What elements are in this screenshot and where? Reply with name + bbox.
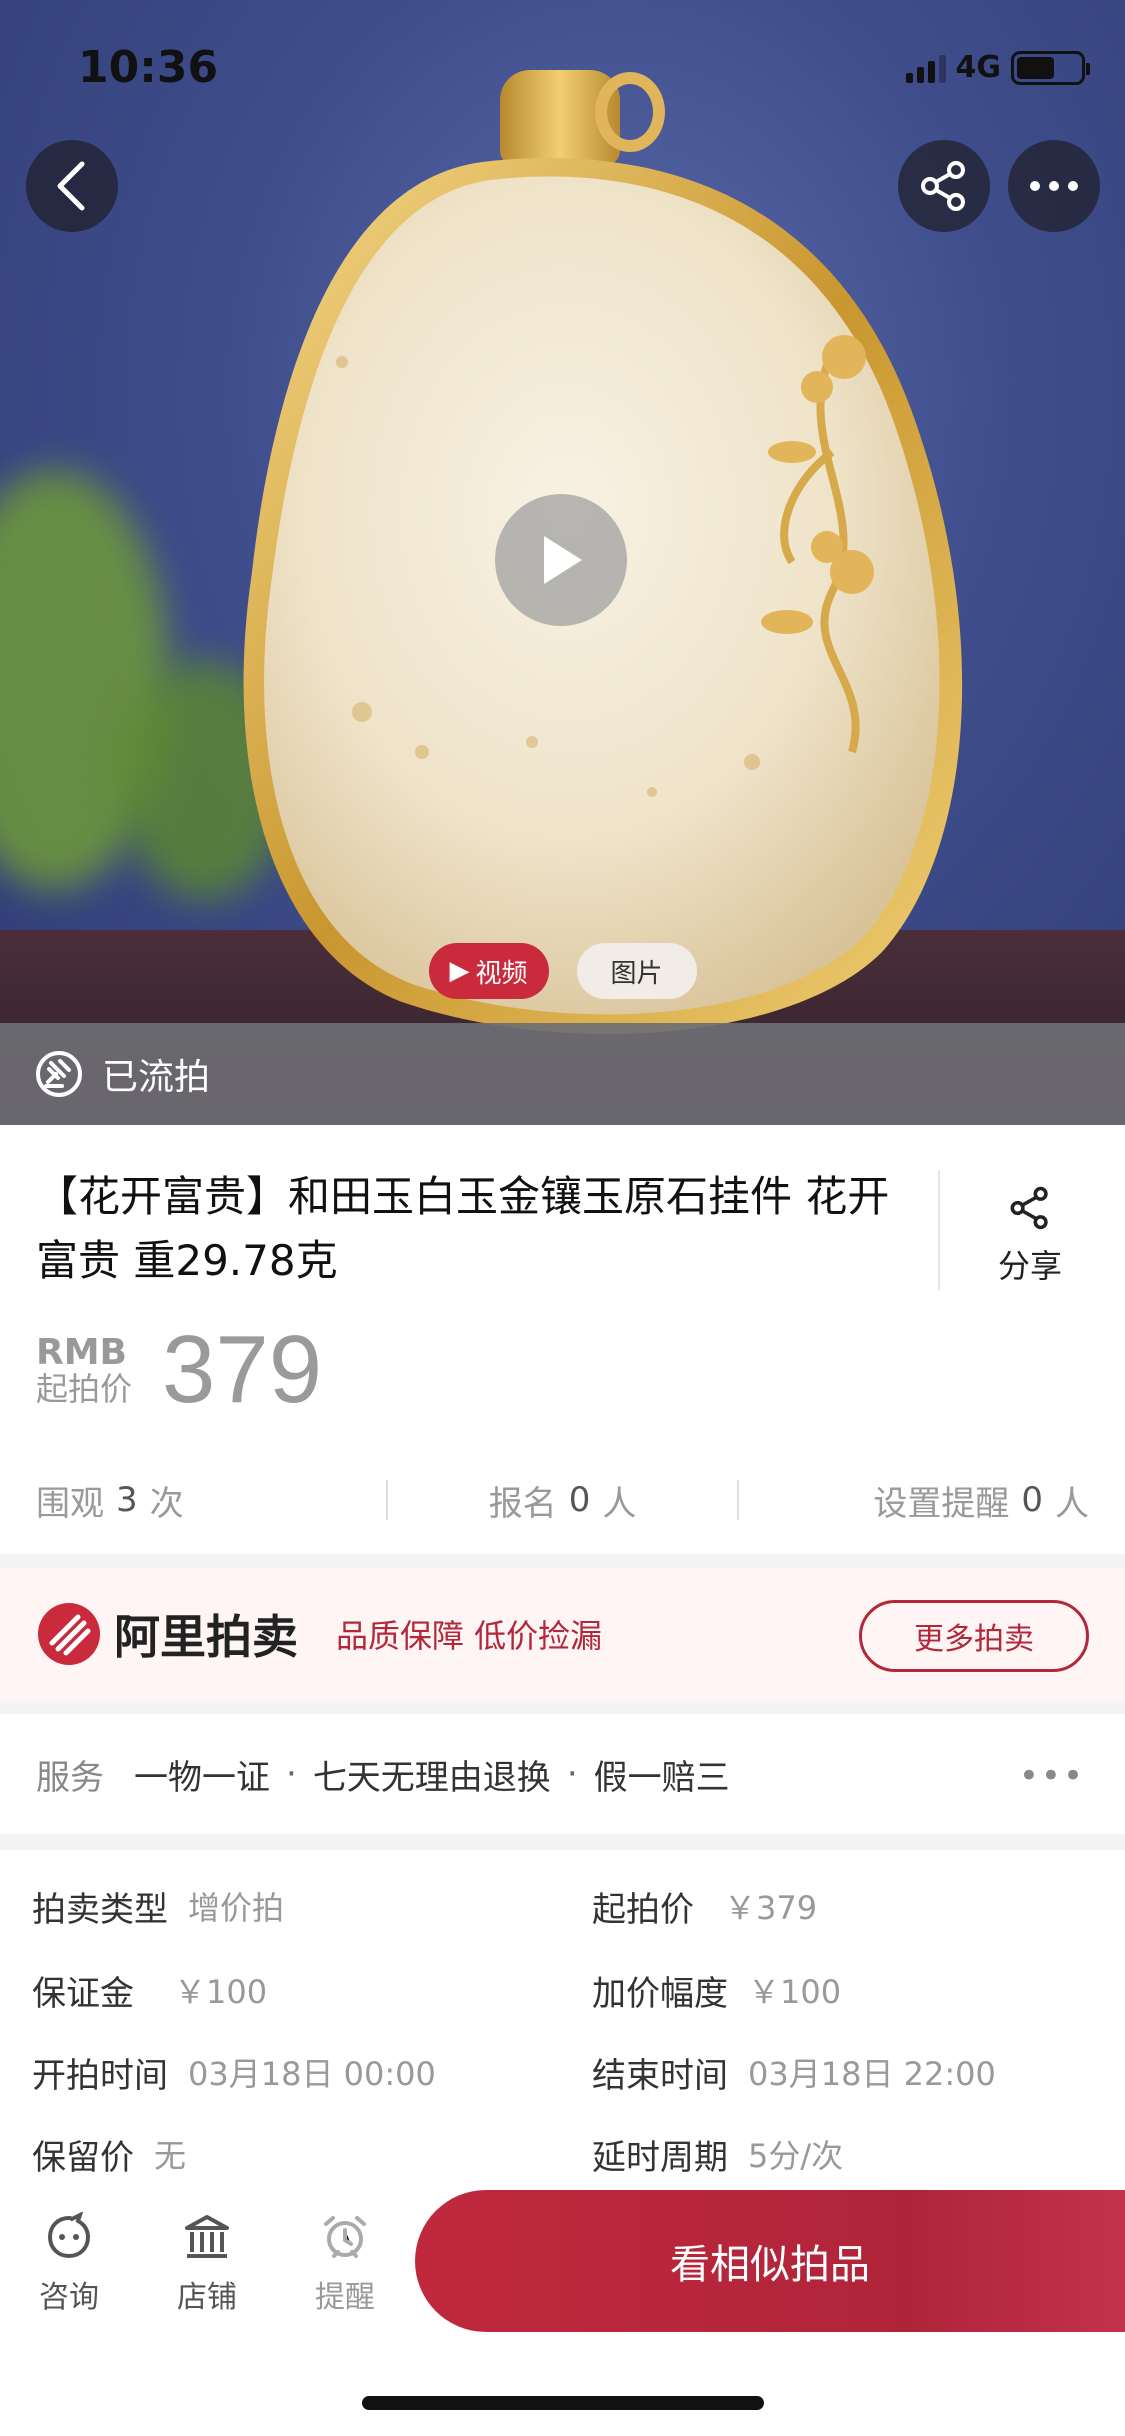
detail-value: 5分/次 <box>748 2137 844 2175</box>
ali-auction-banner: 阿里拍卖 品质保障 低价捡漏 更多拍卖 <box>0 1568 1125 1700</box>
detail-row: 保留价无 延时周期 5分/次 <box>0 2112 1125 2196</box>
play-icon <box>544 536 582 584</box>
detail-row: 保证金 ￥100 加价幅度 ￥100 <box>0 1948 1125 2032</box>
stat-signup-label: 报名 <box>488 1483 557 1524</box>
stat-reminder-value: 0 <box>1021 1480 1044 1520</box>
chat-face-icon <box>47 2211 91 2259</box>
shop-label: 店铺 <box>177 2280 237 2315</box>
back-button[interactable] <box>26 140 118 232</box>
starting-price: 379 <box>162 1316 323 1423</box>
service-item: 假一赔三 <box>593 1757 730 1798</box>
service-separator: · <box>286 1754 297 1794</box>
section-separator <box>0 1700 1125 1714</box>
stat-reminders[interactable]: 设置提醒 0 人 <box>739 1476 1125 1525</box>
remind-label: 提醒 <box>315 2280 375 2315</box>
auction-status-bar: 已流拍 <box>0 1023 1125 1125</box>
services-label: 服务 <box>36 1757 104 1798</box>
network-type: 4G <box>955 50 1002 85</box>
section-separator <box>0 1554 1125 1568</box>
banner-brand: 阿里拍卖 <box>114 1610 298 1664</box>
auction-stats: 围观 3 次 报名 0 人 设置提醒 0 人 <box>0 1460 1125 1540</box>
banner-slogan: 品质保障 低价捡漏 <box>336 1617 603 1655</box>
service-separator: · <box>566 1754 578 1794</box>
detail-row: 开拍时间 03月18日 00:00 结束时间 03月18日 22:00 <box>0 2030 1125 2114</box>
stat-reminder-unit: 人 <box>1055 1483 1090 1524</box>
product-title: 【花开富贵】和田玉白玉金镶玉原石挂件 花开富贵 重29.78克 <box>36 1172 890 1285</box>
ali-auction-logo-icon <box>38 1603 100 1665</box>
play-video-button[interactable] <box>495 494 627 626</box>
remind-button[interactable]: 提醒 <box>290 2212 400 2316</box>
detail-value: 03月18日 00:00 <box>188 2055 436 2093</box>
chevron-left-icon <box>57 161 85 211</box>
price-currency: RMB <box>36 1331 127 1373</box>
auction-details: 拍卖类型 增价拍 起拍价 ￥379 保证金 ￥100 加价幅度 ￥100 开拍时间 03月… <box>0 1850 1125 2200</box>
auction-status-label: 已流拍 <box>102 1057 211 1098</box>
detail-value: ￥100 <box>748 1973 842 2011</box>
view-similar-items-button[interactable]: 看相似拍品 <box>415 2190 1125 2332</box>
product-title-section: 【花开富贵】和田玉白玉金镶玉原石挂件 花开富贵 重29.78克 分享 <box>0 1125 1125 1305</box>
consult-button[interactable]: 咨询 <box>14 2211 124 2316</box>
title-share-button[interactable]: 分享 <box>975 1185 1085 1287</box>
status-indicators: 4G <box>905 50 1090 85</box>
shop-button[interactable]: 店铺 <box>152 2212 262 2316</box>
detail-key: 延时周期 <box>592 2137 728 2178</box>
stat-signup-unit: 人 <box>602 1483 637 1524</box>
pendant-ring <box>595 72 665 152</box>
more-dots-icon[interactable]: ••• <box>1019 1756 1085 1796</box>
cta-label: 看相似拍品 <box>670 2242 870 2288</box>
gavel-icon <box>36 1051 82 1097</box>
detail-key: 加价幅度 <box>592 1973 728 2014</box>
service-item: 一物一证 <box>134 1757 270 1798</box>
detail-key: 开拍时间 <box>32 2055 168 2096</box>
service-guarantees[interactable]: 服务 一物一证 · 七天无理由退换 · 假一赔三 ••• <box>0 1714 1125 1834</box>
detail-value: ￥379 <box>724 1889 818 1927</box>
share-icon <box>921 161 965 211</box>
more-dots-icon <box>1030 181 1078 191</box>
detail-key: 保留价 <box>32 2137 134 2178</box>
signal-icon <box>905 53 946 83</box>
alarm-clock-icon <box>324 2216 366 2258</box>
share-label: 分享 <box>997 1247 1062 1285</box>
detail-row: 拍卖类型 增价拍 起拍价 ￥379 <box>0 1864 1125 1948</box>
play-small-icon: ▶ <box>449 956 470 986</box>
stat-views-unit: 次 <box>149 1483 184 1524</box>
stat-views: 围观 3 次 <box>0 1476 386 1525</box>
stat-reminder-label: 设置提醒 <box>873 1483 1010 1524</box>
stat-signup-value: 0 <box>568 1480 591 1520</box>
consult-label: 咨询 <box>39 2280 99 2315</box>
battery-icon <box>1011 50 1090 85</box>
detail-value: 无 <box>154 2137 187 2175</box>
price-section: RMB 起拍价 379 <box>36 1316 322 1423</box>
section-separator <box>0 1834 1125 1850</box>
detail-key: 结束时间 <box>592 2055 728 2096</box>
tab-photo[interactable]: 图片 <box>576 943 697 999</box>
detail-key: 拍卖类型 <box>32 1889 168 1930</box>
more-options-button[interactable] <box>1008 140 1100 232</box>
share-icon <box>1010 1186 1048 1230</box>
stat-views-value: 3 <box>116 1480 138 1520</box>
detail-key: 保证金 <box>32 1973 134 2014</box>
price-label: 起拍价 <box>36 1370 133 1409</box>
tab-video[interactable]: ▶ 视频 <box>428 943 549 999</box>
jade-pendant-image <box>243 157 963 1035</box>
divider <box>938 1170 940 1290</box>
home-indicator[interactable] <box>362 2396 764 2410</box>
detail-key: 起拍价 <box>592 1889 694 1930</box>
bottom-action-bar: 咨询 店铺 提醒 看相似拍品 <box>0 2190 1125 2340</box>
detail-value: ￥100 <box>174 1973 268 2011</box>
stat-signup: 报名 0 人 <box>388 1476 738 1525</box>
tab-photo-label: 图片 <box>610 958 663 989</box>
detail-value: 增价拍 <box>188 1889 285 1927</box>
tab-video-label: 视频 <box>475 958 528 989</box>
detail-value: 03月18日 22:00 <box>748 2055 996 2093</box>
service-item: 七天无理由退换 <box>312 1757 551 1798</box>
media-tabs: ▶ 视频 图片 <box>0 943 1125 999</box>
stat-views-label: 围观 <box>36 1483 104 1524</box>
shop-icon <box>185 2215 229 2258</box>
price-tag: RMB 起拍价 <box>36 1333 132 1408</box>
product-image-gallery[interactable]: 10:36 4G ▶ 视频 图片 已流拍 <box>0 0 1125 1125</box>
share-button[interactable] <box>898 140 990 232</box>
status-time: 10:36 <box>78 42 219 93</box>
more-auctions-button[interactable]: 更多拍卖 <box>859 1600 1089 1672</box>
